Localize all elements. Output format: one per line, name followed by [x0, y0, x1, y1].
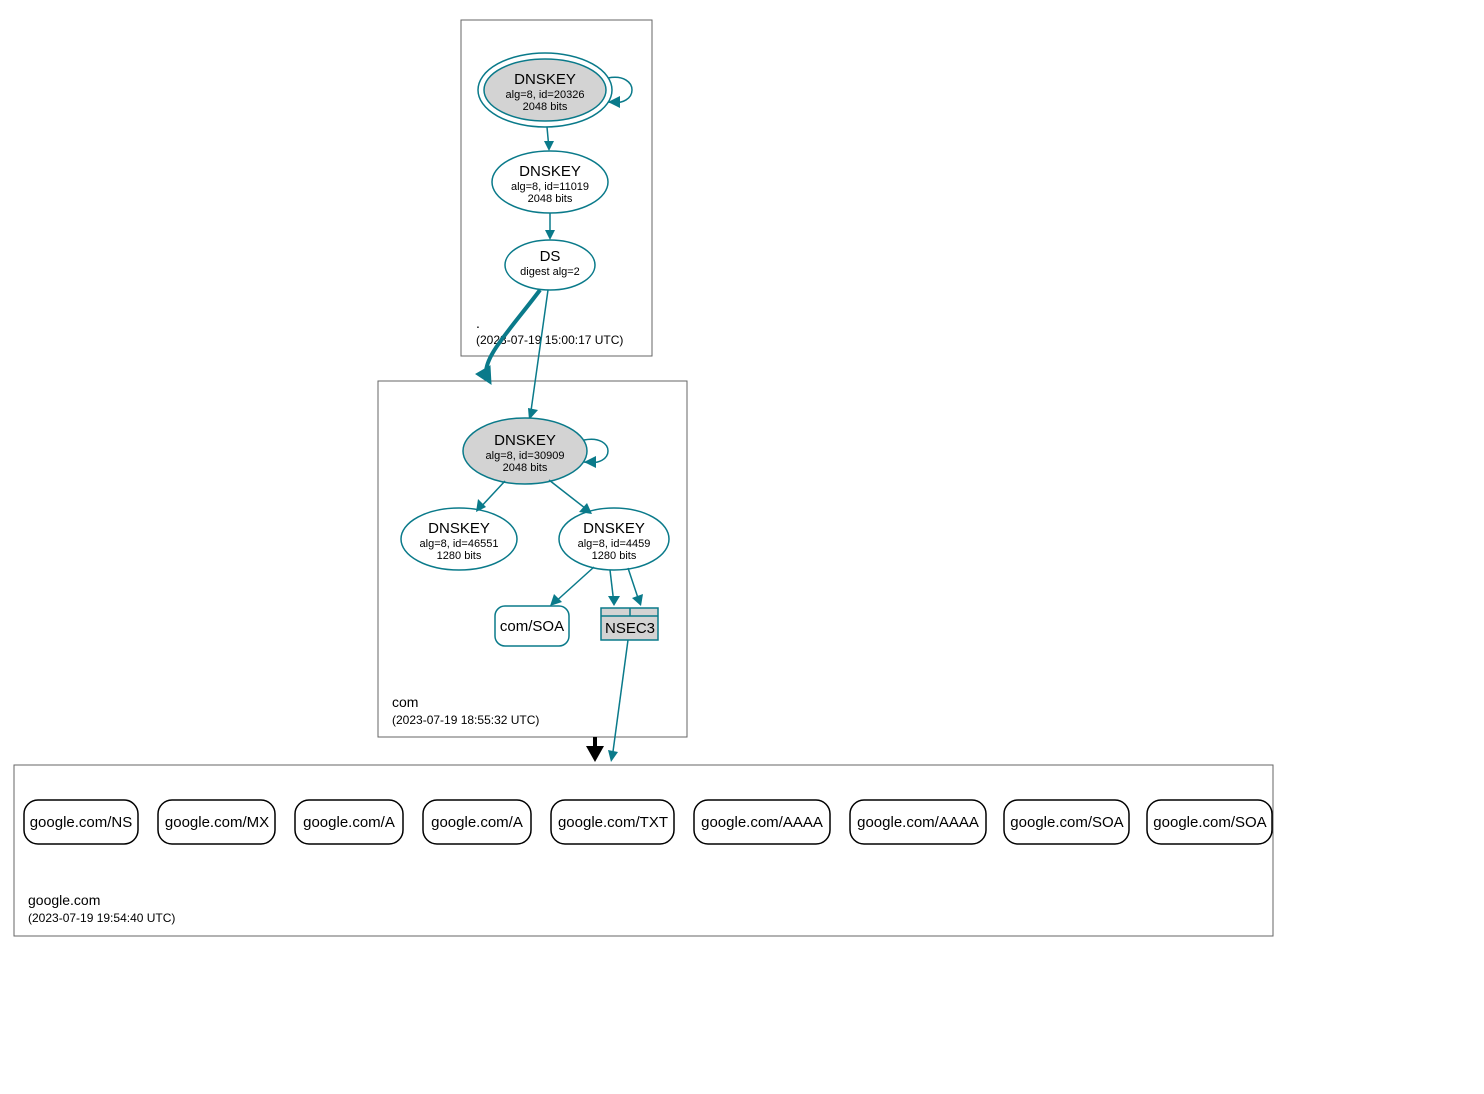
- node-com-zsk1: DNSKEY alg=8, id=46551 1280 bits: [401, 508, 517, 570]
- zone-google-ts: (2023-07-19 19:54:40 UTC): [28, 911, 175, 925]
- svg-text:google.com/TXT: google.com/TXT: [558, 814, 668, 831]
- edge-nsec3-google: [608, 640, 628, 762]
- zone-com-ts: (2023-07-19 18:55:32 UTC): [392, 713, 539, 727]
- node-root-ksk: DNSKEY alg=8, id=20326 2048 bits: [478, 53, 632, 127]
- svg-text:2048 bits: 2048 bits: [523, 101, 568, 113]
- svg-text:alg=8, id=11019: alg=8, id=11019: [511, 181, 589, 193]
- zone-google-box: [14, 765, 1273, 936]
- svg-text:DNSKEY: DNSKEY: [494, 432, 556, 449]
- svg-text:digest alg=2: digest alg=2: [520, 266, 580, 278]
- rrset-txt: google.com/TXT: [551, 800, 674, 844]
- rrset-aaaa-1: google.com/AAAA: [694, 800, 830, 844]
- edge-comksk-zsk1: [476, 481, 505, 512]
- node-com-nsec3: NSEC3: [601, 608, 658, 640]
- dnssec-graph: . (2023-07-19 15:00:17 UTC) DNSKEY alg=8…: [0, 0, 1484, 1094]
- svg-text:google.com/SOA: google.com/SOA: [1010, 814, 1123, 831]
- rrset-mx: google.com/MX: [158, 800, 275, 844]
- svg-text:com/SOA: com/SOA: [500, 618, 564, 635]
- rrset-aaaa-2: google.com/AAAA: [850, 800, 986, 844]
- svg-text:2048 bits: 2048 bits: [503, 462, 548, 474]
- rrset-ns: google.com/NS: [24, 800, 138, 844]
- svg-text:DNSKEY: DNSKEY: [514, 71, 576, 88]
- rrset-a-2: google.com/A: [423, 800, 531, 844]
- svg-text:alg=8, id=30909: alg=8, id=30909: [486, 450, 565, 462]
- svg-text:google.com/MX: google.com/MX: [165, 814, 269, 831]
- node-com-soa: com/SOA: [495, 606, 569, 646]
- rrset-a-1: google.com/A: [295, 800, 403, 844]
- zone-com-label: com: [392, 694, 418, 710]
- svg-text:DNSKEY: DNSKEY: [519, 163, 581, 180]
- zone-root-label: .: [476, 315, 480, 331]
- svg-text:google.com/AAAA: google.com/AAAA: [857, 814, 979, 831]
- edge-comksk-zsk2: [549, 480, 592, 514]
- svg-text:2048 bits: 2048 bits: [528, 193, 573, 205]
- svg-text:DS: DS: [540, 248, 561, 265]
- svg-text:DNSKEY: DNSKEY: [583, 520, 645, 537]
- node-root-ds: DS digest alg=2: [505, 240, 595, 290]
- zone-google-label: google.com: [28, 892, 100, 908]
- edge-zsk2-soa: [550, 567, 594, 606]
- svg-text:google.com/NS: google.com/NS: [30, 814, 133, 831]
- rrset-soa-2: google.com/SOA: [1147, 800, 1272, 844]
- edge-rootksk-rootzsk: [544, 127, 554, 151]
- edge-zsk2-nsec3-a: [608, 570, 620, 606]
- svg-text:alg=8, id=46551: alg=8, id=46551: [420, 538, 499, 550]
- svg-text:google.com/A: google.com/A: [303, 814, 395, 831]
- edge-rootds-comksk: [528, 290, 548, 420]
- rrset-row: google.com/NS google.com/MX google.com/A…: [24, 800, 1272, 844]
- svg-text:google.com/A: google.com/A: [431, 814, 523, 831]
- svg-text:alg=8, id=4459: alg=8, id=4459: [578, 538, 651, 550]
- svg-text:DNSKEY: DNSKEY: [428, 520, 490, 537]
- node-com-zsk2: DNSKEY alg=8, id=4459 1280 bits: [559, 508, 669, 570]
- svg-text:NSEC3: NSEC3: [605, 620, 655, 637]
- svg-text:1280 bits: 1280 bits: [592, 550, 637, 562]
- edge-zsk2-nsec3-b: [628, 568, 643, 606]
- svg-text:alg=8, id=20326: alg=8, id=20326: [506, 89, 585, 101]
- edge-rootzsk-rootds: [545, 213, 555, 240]
- rrset-soa-1: google.com/SOA: [1004, 800, 1129, 844]
- node-root-zsk: DNSKEY alg=8, id=11019 2048 bits: [492, 151, 608, 213]
- svg-text:1280 bits: 1280 bits: [437, 550, 482, 562]
- svg-text:google.com/SOA: google.com/SOA: [1153, 814, 1266, 831]
- node-com-ksk: DNSKEY alg=8, id=30909 2048 bits: [463, 418, 608, 484]
- edge-com-google-black: [586, 737, 604, 762]
- svg-text:google.com/AAAA: google.com/AAAA: [701, 814, 823, 831]
